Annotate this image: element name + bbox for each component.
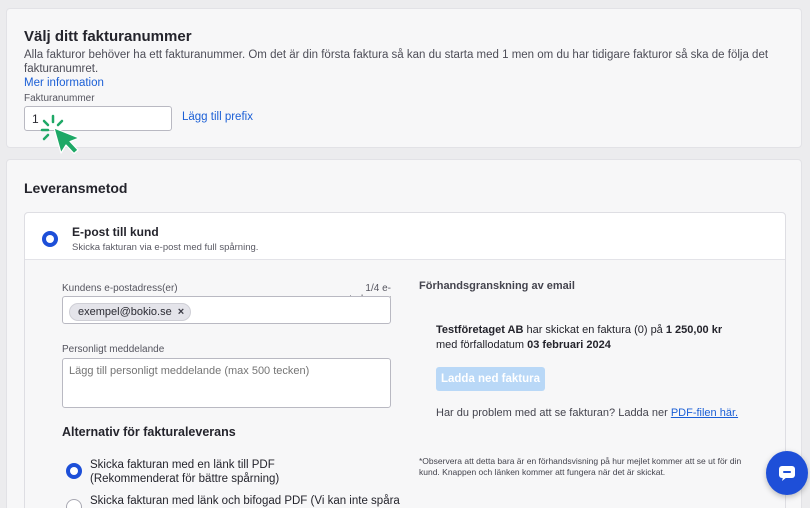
email-delivery-radio[interactable] <box>42 231 58 247</box>
email-delivery-subtitle: Skicka fakturan via e-post med full spår… <box>72 242 259 253</box>
message-label: Personligt meddelande <box>62 344 165 355</box>
email-label: Kundens e-postadress(er) <box>62 283 178 294</box>
problem-text: Har du problem med att se fakturan? Ladd… <box>436 407 671 419</box>
option-attachment-radio[interactable] <box>66 499 82 508</box>
invoice-number-description: Alla fakturor behöver ha ett fakturanumm… <box>24 48 784 90</box>
message-textarea[interactable] <box>62 358 391 408</box>
chip-remove-icon[interactable]: × <box>178 306 184 318</box>
email-delivery-option[interactable]: E-post till kund Skicka fakturan via e-p… <box>25 213 785 260</box>
email-chip: exempel@bokio.se × <box>69 303 192 321</box>
option-link-radio[interactable] <box>66 463 82 479</box>
preview-note: *Observera att detta bara är en förhands… <box>419 456 742 477</box>
invoice-number-title: Välj ditt fakturanummer <box>24 28 192 45</box>
description-text: Alla fakturor behöver ha ett fakturanumm… <box>24 49 769 75</box>
preview-problem-text: Har du problem med att se fakturan? Ladd… <box>436 407 738 419</box>
delivery-options-title: Alternativ för fakturaleverans <box>62 425 236 439</box>
download-invoice-button: Ladda ned faktura <box>436 367 545 391</box>
chat-button[interactable] <box>766 451 808 495</box>
delivery-card: Leveransmetod E-post till kund Skicka fa… <box>6 159 802 508</box>
preview-amount: 1 250,00 kr <box>665 324 723 336</box>
delivery-method-panel: E-post till kund Skicka fakturan via e-p… <box>24 212 786 508</box>
preview-email-body: Testföretaget AB har skickat en faktura … <box>436 323 766 353</box>
email-chip-text: exempel@bokio.se <box>78 306 172 318</box>
preview-due-prefix: med förfallodatum <box>436 339 528 351</box>
preview-title: Förhandsgranskning av email <box>419 280 575 292</box>
preview-due-date: 03 februari 2024 <box>527 339 611 351</box>
invoice-number-card: Välj ditt fakturanummer Alla fakturor be… <box>6 8 802 155</box>
pointer-cursor-icon <box>40 114 80 155</box>
email-input[interactable]: exempel@bokio.se × <box>62 296 391 324</box>
delivery-title: Leveransmetod <box>24 180 128 196</box>
option-link-label[interactable]: Skicka fakturan med en länk till PDF (Re… <box>90 458 360 486</box>
invoice-number-label: Fakturanummer <box>24 93 95 104</box>
add-prefix-link[interactable]: Lägg till prefix <box>182 111 253 123</box>
more-info-link[interactable]: Mer information <box>24 77 104 89</box>
preview-company: Testföretaget AB <box>436 324 524 336</box>
email-delivery-title: E-post till kund <box>72 225 159 239</box>
pdf-link[interactable]: PDF-filen här. <box>671 407 738 419</box>
preview-sent-text: har skickat en faktura (0) på <box>523 324 666 336</box>
invoice-number-value: 1 <box>32 112 39 126</box>
chat-icon <box>779 466 795 481</box>
option-attachment-label[interactable]: Skicka fakturan med länk och bifogad PDF… <box>90 494 400 508</box>
